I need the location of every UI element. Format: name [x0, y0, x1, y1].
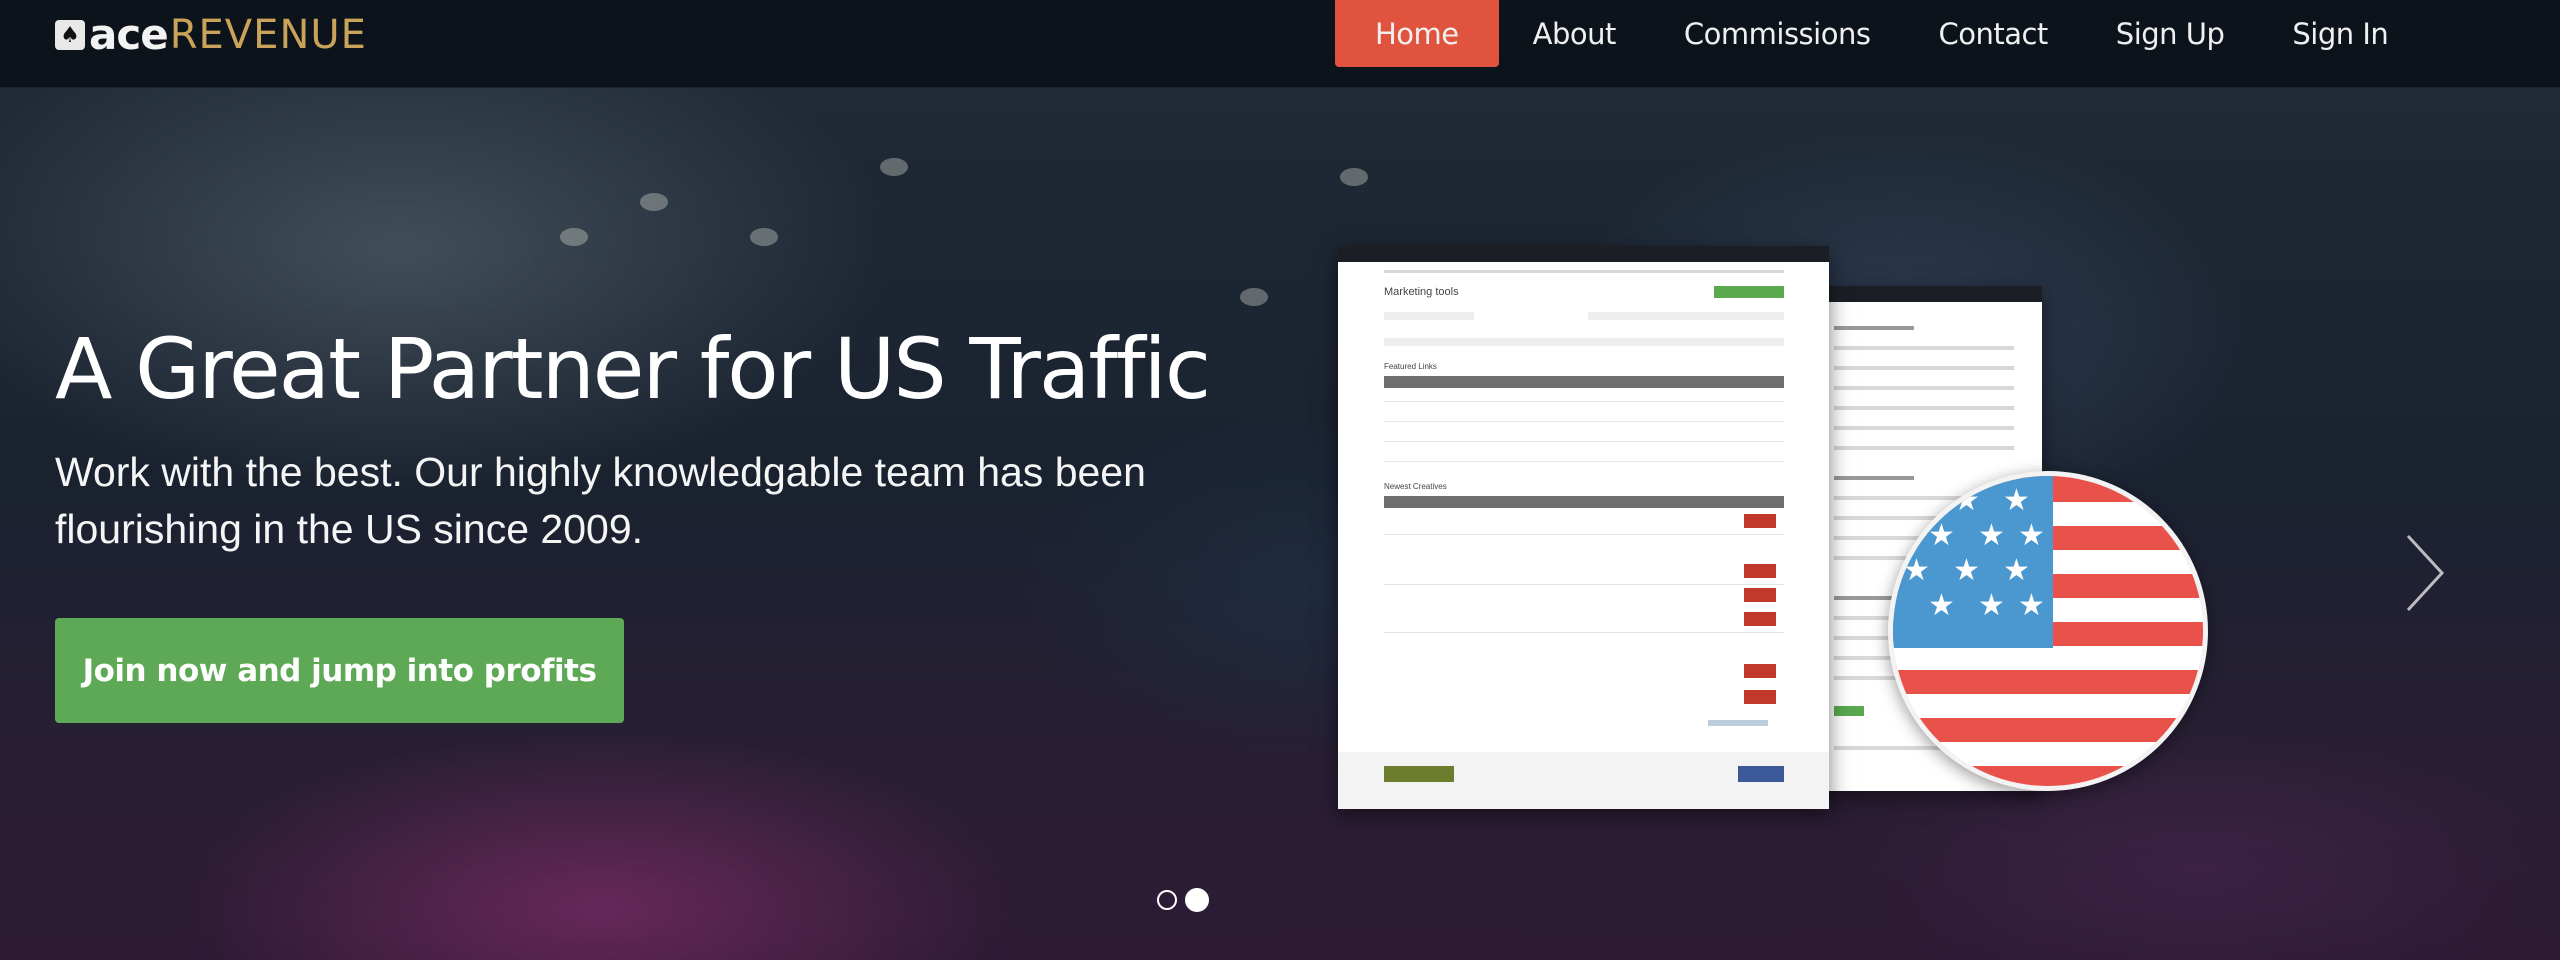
mockup-title: Marketing tools	[1384, 286, 1459, 298]
background-chip	[750, 228, 778, 246]
us-flag-icon: ★ ★ ★ ★ ★ ★ ★ ★ ★ ★ ★	[1888, 471, 2208, 791]
top-navbar: ♠ ace REVENUE Home About Commissions Con…	[0, 0, 2560, 88]
join-now-button[interactable]: Join now and jump into profits	[55, 618, 624, 723]
logo-revenue-text: REVENUE	[169, 12, 367, 58]
marketing-tools-screenshot: Marketing tools Featured Links Newest Cr…	[1338, 246, 1829, 809]
background-chip	[560, 228, 588, 246]
hero-carousel: A Great Partner for US Traffic Work with…	[0, 88, 2560, 960]
spade-icon: ♠	[55, 20, 85, 50]
hero-title: A Great Partner for US Traffic	[55, 320, 1211, 418]
mockup-featured-label: Featured Links	[1384, 362, 1437, 371]
nav-sign-in[interactable]: Sign In	[2258, 0, 2422, 67]
nav-contact[interactable]: Contact	[1904, 0, 2081, 67]
carousel-dot-1[interactable]	[1157, 890, 1177, 910]
logo-ace-text: ace	[89, 10, 169, 59]
nav-about[interactable]: About	[1499, 0, 1650, 67]
nav-home[interactable]: Home	[1335, 0, 1499, 67]
main-nav: Home About Commissions Contact Sign Up S…	[1335, 0, 2422, 67]
chevron-right-icon[interactable]	[2400, 528, 2450, 618]
carousel-dot-2[interactable]	[1185, 888, 1209, 912]
mockup-newest-label: Newest Creatives	[1384, 482, 1447, 491]
carousel-indicators	[1157, 888, 1209, 912]
background-chip	[1240, 288, 1268, 306]
hero-subtitle: Work with the best. Our highly knowledga…	[55, 449, 1146, 552]
background-chip	[1340, 168, 1368, 186]
background-chip	[640, 193, 668, 211]
brand-logo[interactable]: ♠ ace REVENUE	[55, 14, 367, 56]
nav-commissions[interactable]: Commissions	[1650, 0, 1905, 67]
background-chip	[880, 158, 908, 176]
nav-sign-up[interactable]: Sign Up	[2082, 0, 2259, 67]
